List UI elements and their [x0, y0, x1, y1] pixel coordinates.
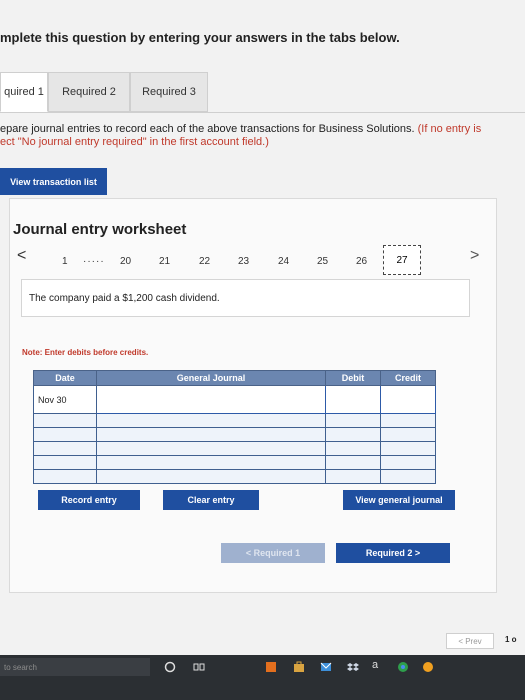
debits-note: Note: Enter debits before credits.	[22, 348, 149, 357]
nav-item[interactable]: 23	[238, 256, 249, 267]
prepare-instructions: epare journal entries to record each of …	[0, 123, 481, 149]
nav-item[interactable]: 25	[317, 256, 328, 267]
transaction-description: The company paid a $1,200 cash dividend.	[21, 279, 470, 317]
taskbar-search-box[interactable]: to search	[0, 658, 150, 676]
nav-item[interactable]: 24	[278, 256, 289, 267]
clear-entry-button[interactable]: Clear entry	[163, 490, 259, 510]
col-debit: Debit	[325, 370, 381, 386]
nav-item[interactable]: 21	[159, 256, 170, 267]
record-entry-button[interactable]: Record entry	[38, 490, 140, 510]
date-cell[interactable]	[33, 455, 97, 470]
orange-app-icon[interactable]	[422, 661, 434, 673]
app-icon[interactable]	[265, 661, 277, 673]
app-letter-icon[interactable]: a	[372, 659, 378, 671]
cortana-icon[interactable]	[164, 661, 176, 673]
debit-field[interactable]	[325, 413, 381, 428]
table-row: Nov 30	[33, 385, 436, 414]
credit-field[interactable]	[380, 469, 436, 484]
prep-text: epare journal entries to record each of …	[0, 123, 418, 135]
account-field[interactable]	[96, 413, 326, 428]
col-date: Date	[33, 370, 97, 386]
chrome-icon[interactable]	[397, 661, 409, 673]
mail-icon[interactable]	[320, 661, 332, 673]
journal-table: Date General Journal Debit Credit Nov 30	[33, 370, 436, 484]
screen: mplete this question by entering your an…	[0, 0, 525, 655]
dropbox-icon[interactable]	[347, 661, 359, 673]
date-cell[interactable]	[33, 413, 97, 428]
tab-required-3[interactable]: Required 3	[130, 72, 208, 112]
account-field[interactable]	[96, 441, 326, 456]
table-row	[33, 413, 436, 428]
table-row	[33, 441, 436, 456]
credit-field[interactable]	[380, 455, 436, 470]
nav-item[interactable]: 20	[120, 256, 131, 267]
nav-item[interactable]: 26	[356, 256, 367, 267]
account-field[interactable]	[96, 385, 326, 414]
date-cell[interactable]	[33, 427, 97, 442]
nav-ellipsis: ·····	[83, 256, 105, 267]
account-field[interactable]	[96, 455, 326, 470]
instruction-text: mplete this question by entering your an…	[0, 30, 400, 45]
tab-bar: quired 1 Required 2 Required 3	[0, 72, 525, 113]
table-row	[33, 455, 436, 470]
table-row	[33, 469, 436, 484]
debit-field[interactable]	[325, 441, 381, 456]
debit-field[interactable]	[325, 385, 381, 414]
date-cell[interactable]	[33, 441, 97, 456]
col-credit: Credit	[380, 370, 436, 386]
tab-required-1[interactable]: quired 1	[0, 72, 48, 112]
prev-required-button[interactable]: < Required 1	[221, 543, 325, 563]
account-field[interactable]	[96, 427, 326, 442]
next-required-button[interactable]: Required 2 >	[336, 543, 450, 563]
view-transaction-list-button[interactable]: View transaction list	[0, 168, 107, 195]
journal-worksheet: Journal entry worksheet < 1 ····· 20 21 …	[9, 198, 497, 593]
debit-field[interactable]	[325, 427, 381, 442]
nav-prev-arrow[interactable]: <	[17, 247, 26, 265]
worksheet-title: Journal entry worksheet	[13, 221, 187, 238]
view-general-journal-button[interactable]: View general journal	[343, 490, 455, 510]
nav-item[interactable]: 22	[199, 256, 210, 267]
pager-page-indicator: 1 o	[505, 635, 517, 644]
tab-required-2[interactable]: Required 2	[48, 72, 130, 112]
prep-note-2: ect "No journal entry required" in the f…	[0, 136, 269, 148]
taskbar-search-text: to search	[4, 663, 37, 672]
store-icon[interactable]	[293, 661, 305, 673]
pager-prev-button[interactable]: < Prev	[446, 633, 494, 649]
account-field[interactable]	[96, 469, 326, 484]
credit-field[interactable]	[380, 385, 436, 414]
nav-item-current[interactable]: 27	[383, 245, 421, 275]
col-general-journal: General Journal	[96, 370, 326, 386]
credit-field[interactable]	[380, 427, 436, 442]
credit-field[interactable]	[380, 441, 436, 456]
table-row	[33, 427, 436, 442]
date-cell[interactable]: Nov 30	[33, 385, 97, 414]
debit-field[interactable]	[325, 469, 381, 484]
credit-field[interactable]	[380, 413, 436, 428]
nav-next-arrow[interactable]: >	[470, 247, 479, 265]
prep-note: (If no entry is	[417, 123, 482, 135]
taskbar: to search a	[0, 655, 525, 700]
date-cell[interactable]	[33, 469, 97, 484]
task-view-icon[interactable]	[193, 661, 205, 673]
nav-item-first[interactable]: 1	[62, 256, 68, 267]
debit-field[interactable]	[325, 455, 381, 470]
